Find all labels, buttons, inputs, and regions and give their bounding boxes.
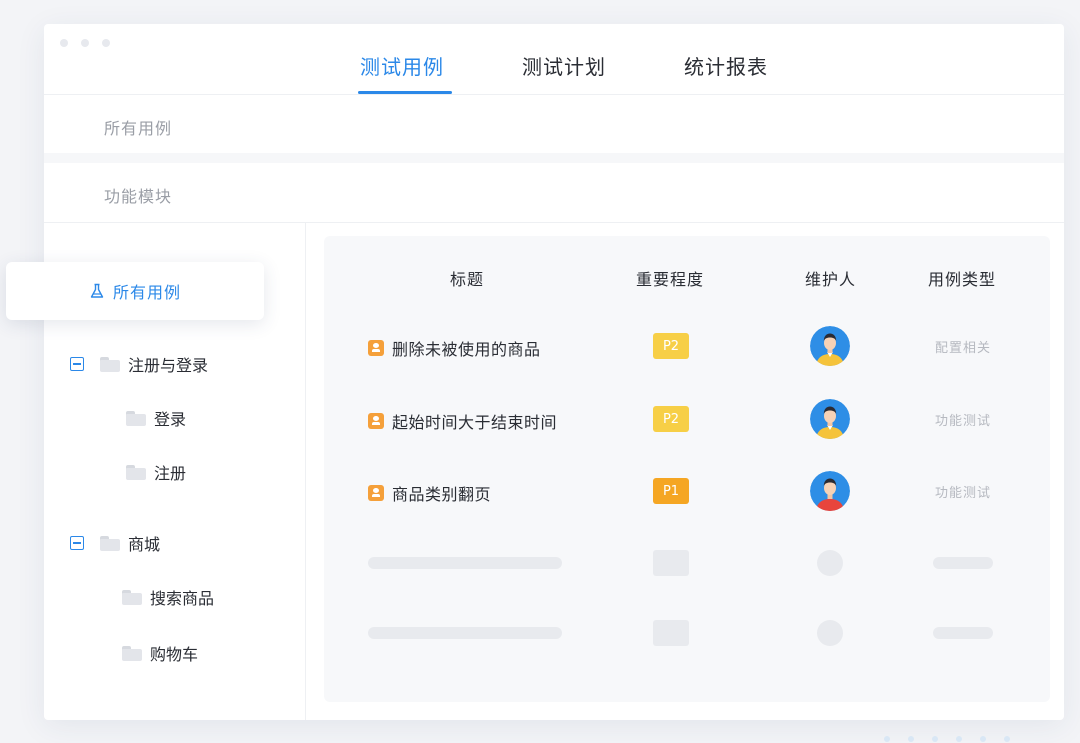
tree-node-label: 注册	[154, 464, 187, 483]
module-filter-row[interactable]: 功能模块	[44, 163, 1064, 223]
column-header-type[interactable]: 用例类型	[928, 266, 996, 290]
scope-filter-label: 所有用例	[104, 119, 173, 138]
priority-badge: P2	[653, 333, 689, 359]
tree-node-register[interactable]: 注册	[126, 460, 186, 484]
skeleton-avatar	[817, 620, 843, 646]
folder-icon	[100, 356, 120, 372]
case-type: 功能测试	[935, 414, 992, 429]
tree-node-label: 注册与登录	[128, 356, 209, 375]
tab-test-plans[interactable]: 测试计划	[522, 51, 606, 80]
skeleton-type	[933, 627, 993, 639]
case-title: 删除未被使用的商品	[392, 340, 541, 359]
folder-icon	[126, 410, 146, 426]
section-gap	[44, 153, 1064, 163]
tab-reports[interactable]: 统计报表	[684, 51, 768, 80]
tree-node-label: 搜索商品	[150, 589, 215, 608]
skeleton-avatar	[817, 550, 843, 576]
sidebar-item-label: 所有用例	[112, 283, 181, 302]
decorative-dots	[884, 736, 1010, 742]
skeleton-badge	[653, 550, 689, 576]
tree-node-register-login[interactable]: 注册与登录	[70, 352, 208, 376]
tree-node-search-products[interactable]: 搜索商品	[122, 585, 214, 609]
tree-node-label: 登录	[154, 410, 187, 429]
tab-test-cases[interactable]: 测试用例	[360, 51, 444, 80]
folder-icon	[100, 535, 120, 551]
owner-avatar[interactable]	[810, 471, 850, 511]
main-tabs: 测试用例 测试计划 统计报表	[44, 24, 1064, 94]
case-title: 起始时间大于结束时间	[392, 413, 558, 432]
tree-node-label: 购物车	[150, 645, 199, 664]
table-row[interactable]: 删除未被使用的商品	[368, 336, 541, 360]
flask-icon	[90, 283, 104, 298]
tree-node-mall[interactable]: 商城	[70, 531, 160, 555]
skeleton-type	[933, 557, 993, 569]
case-type: 功能测试	[935, 486, 992, 501]
module-filter-label: 功能模块	[104, 187, 173, 206]
tree-node-label: 商城	[128, 535, 161, 554]
table-row[interactable]: 起始时间大于结束时间	[368, 409, 557, 433]
skeleton-badge	[653, 620, 689, 646]
user-avatar-icon	[810, 471, 850, 511]
folder-icon	[126, 464, 146, 480]
user-avatar-icon	[810, 399, 850, 439]
column-header-owner[interactable]: 维护人	[805, 266, 856, 290]
test-case-icon	[368, 413, 384, 429]
skeleton-title	[368, 627, 562, 639]
test-case-icon	[368, 485, 384, 501]
owner-avatar[interactable]	[810, 399, 850, 439]
scope-filter-row[interactable]: 所有用例	[44, 95, 1064, 155]
collapse-icon[interactable]	[70, 536, 84, 550]
user-avatar-icon	[810, 326, 850, 366]
sidebar-item-all-cases[interactable]: 所有用例	[6, 262, 264, 320]
column-header-title[interactable]: 标题	[450, 266, 484, 290]
priority-badge: P2	[653, 406, 689, 432]
tree-node-login[interactable]: 登录	[126, 406, 186, 430]
case-type: 配置相关	[935, 341, 992, 356]
collapse-icon[interactable]	[70, 357, 84, 371]
skeleton-title	[368, 557, 562, 569]
folder-icon	[122, 645, 142, 661]
priority-badge: P1	[653, 478, 689, 504]
tree-node-cart[interactable]: 购物车	[122, 641, 198, 665]
test-case-icon	[368, 340, 384, 356]
folder-icon	[122, 589, 142, 605]
table-row[interactable]: 商品类别翻页	[368, 481, 491, 505]
owner-avatar[interactable]	[810, 326, 850, 366]
column-header-priority[interactable]: 重要程度	[636, 266, 704, 290]
case-title: 商品类别翻页	[392, 485, 492, 504]
